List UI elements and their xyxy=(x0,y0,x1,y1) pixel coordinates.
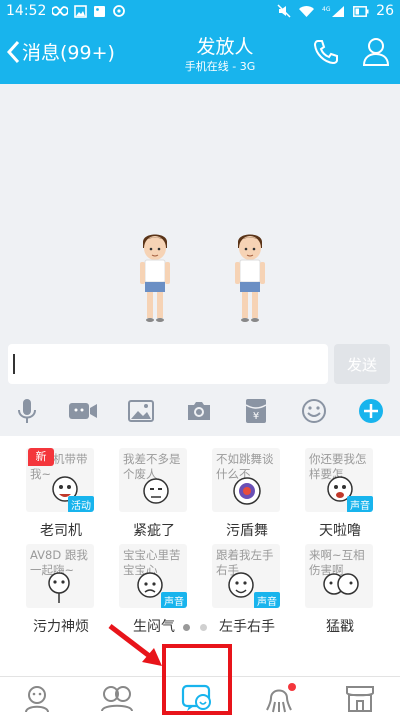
svg-text:4G: 4G xyxy=(322,6,331,13)
new-badge: 新 xyxy=(28,448,54,466)
microphone-icon xyxy=(18,399,36,423)
camera-icon xyxy=(188,402,210,420)
sticker-item[interactable]: 不如跳舞谈什么不 污盾舞 xyxy=(212,448,282,544)
mute-icon xyxy=(277,4,291,18)
image-button[interactable] xyxy=(126,396,156,426)
status-bar: 14:52 4G 26 xyxy=(0,0,400,22)
sticker-item[interactable]: 跟着我左手右手 声音 左手右手 xyxy=(212,544,282,640)
profile-button[interactable] xyxy=(362,37,390,71)
more-button[interactable] xyxy=(356,396,386,426)
back-label: 消息(99+) xyxy=(22,42,115,64)
call-button[interactable] xyxy=(312,38,340,70)
battery-icon xyxy=(353,5,369,17)
input-row: 发送 xyxy=(0,342,400,386)
wifi-icon xyxy=(298,5,315,18)
message-input[interactable] xyxy=(8,344,328,384)
contact-face-icon xyxy=(25,686,49,713)
sticker-label: 左手右手 xyxy=(219,619,275,635)
sticker-image: 宝宝心里苦宝宝心 声音 xyxy=(119,544,187,608)
sticker-image: 跟着我左手右手 声音 xyxy=(212,544,280,608)
sticker-badge: 声音 xyxy=(347,496,373,512)
svg-text:¥: ¥ xyxy=(253,411,259,422)
page-dot[interactable] xyxy=(183,624,190,631)
person-icon xyxy=(362,38,390,66)
plus-icon xyxy=(359,399,383,423)
text-caret xyxy=(13,354,15,374)
infinity-icon xyxy=(52,6,69,16)
chat-area xyxy=(0,84,400,342)
chevron-left-icon xyxy=(6,40,20,63)
video-icon xyxy=(69,403,97,419)
sticker-image: AV8D 跟我一起嗨~ xyxy=(26,544,94,608)
red-packet-icon: ¥ xyxy=(245,399,267,423)
sticker-label: 猛戳 xyxy=(326,619,354,635)
online-status: 手机在线 - 3G xyxy=(184,60,256,73)
sticker-label: 紧疵了 xyxy=(133,523,175,539)
friends-icon xyxy=(101,686,133,712)
sticker-label: 污力神烦 xyxy=(33,619,89,635)
gallery-icon xyxy=(74,4,88,18)
emoji-button[interactable] xyxy=(299,396,329,426)
image-icon xyxy=(128,400,154,422)
emoji-icon xyxy=(302,399,326,423)
signal-icon: 4G xyxy=(322,5,346,18)
annotation-highlight-box xyxy=(162,644,232,715)
camera-button[interactable] xyxy=(184,396,214,426)
page-dot[interactable] xyxy=(200,624,207,631)
sticker-item[interactable]: 我差不多是个废人 紧疵了 xyxy=(119,448,189,544)
sticker-item[interactable]: 来啊~互相伤害啊 猛戳 xyxy=(305,544,375,640)
tab-face[interactable] xyxy=(17,679,57,717)
annotation-arrow xyxy=(108,624,162,666)
tab-store[interactable] xyxy=(340,679,380,717)
sticker-badge: 声音 xyxy=(161,592,187,608)
sticker-label: 天啦噜 xyxy=(319,523,361,539)
sticker-label: 污盾舞 xyxy=(226,523,268,539)
battery-level: 26 xyxy=(376,3,394,19)
avatar-figure-right xyxy=(235,234,265,322)
page-indicator[interactable] xyxy=(183,624,207,631)
sync-icon xyxy=(112,4,126,18)
sticker-image: 不如跳舞谈什么不 xyxy=(212,448,280,512)
sticker-item[interactable]: 你还要我怎样要怎 声音 天啦噜 xyxy=(305,448,375,544)
chat-header: 消息(99+) 发放人 手机在线 - 3G xyxy=(0,22,400,84)
octopus-icon xyxy=(266,683,296,713)
photo-icon xyxy=(93,5,106,18)
input-toolbar: ¥ xyxy=(0,386,400,436)
clock: 14:52 xyxy=(6,3,47,19)
store-icon xyxy=(346,686,374,712)
sticker-image: 我差不多是个废人 xyxy=(119,448,187,512)
voice-button[interactable] xyxy=(12,396,42,426)
sticker-item[interactable]: AV8D 跟我一起嗨~ 污力神烦 xyxy=(26,544,96,640)
sticker-badge: 声音 xyxy=(254,592,280,608)
sticker-label: 老司机 xyxy=(40,523,82,539)
red-packet-button[interactable]: ¥ xyxy=(241,396,271,426)
video-button[interactable] xyxy=(68,396,98,426)
sticker-badge: 活动 xyxy=(68,496,94,512)
back-button[interactable]: 消息(99+) xyxy=(6,38,115,65)
phone-icon xyxy=(313,40,338,65)
tab-octopus[interactable] xyxy=(260,679,300,717)
tab-friends[interactable] xyxy=(97,679,137,717)
avatar-figure-left xyxy=(140,234,170,322)
sticker-image: 你还要我怎样要怎 声音 xyxy=(305,448,373,512)
sticker-image: 来啊~互相伤害啊 xyxy=(305,544,373,608)
send-button[interactable]: 发送 xyxy=(334,344,390,384)
chat-title[interactable]: 发放人 xyxy=(150,32,300,59)
